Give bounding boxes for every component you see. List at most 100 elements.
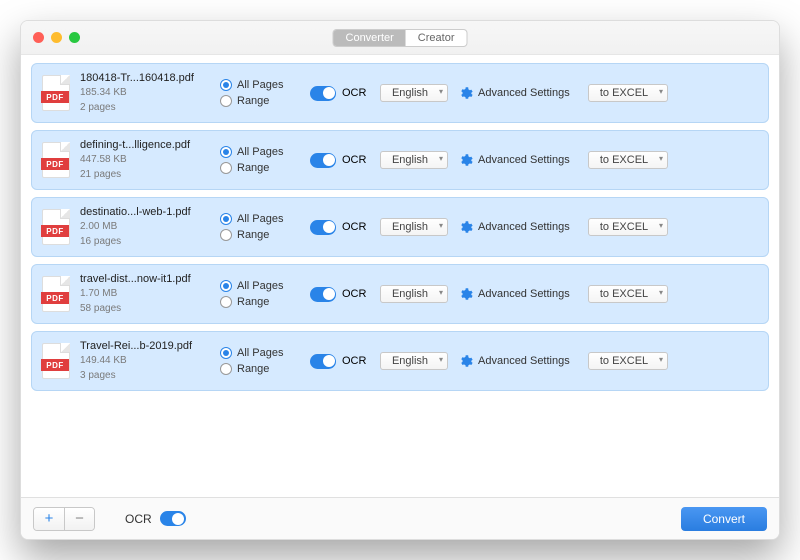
advanced-settings-button[interactable]: Advanced Settings [458, 220, 578, 235]
ocr-toggle[interactable] [310, 153, 336, 168]
titlebar: Converter Creator [21, 21, 779, 55]
radio-range[interactable]: Range [220, 363, 300, 375]
file-row[interactable]: PDFtravel-dist...now-it1.pdf1.70 MB58 pa… [31, 264, 769, 324]
file-list: PDF 180418-Tr...160418.pdf 185.34 KB 2 page… [21, 55, 779, 497]
file-info: Travel-Rei...b-2019.pdf149.44 KB3 pages [80, 340, 210, 382]
ocr-toggle[interactable] [310, 220, 336, 235]
add-remove-group: + − [33, 507, 95, 531]
ocr-switch: OCR [310, 354, 370, 369]
format-select[interactable]: to EXCEL [588, 84, 668, 102]
radio-range[interactable]: Range [220, 162, 300, 174]
radio-icon [220, 363, 232, 375]
ocr-label: OCR [342, 221, 366, 233]
file-size: 447.58 KB [80, 153, 210, 166]
radio-icon [220, 213, 232, 225]
pdf-file-icon: PDF [42, 75, 70, 111]
file-row[interactable]: PDF 180418-Tr...160418.pdf 185.34 KB 2 page… [31, 63, 769, 123]
language-select[interactable]: English [380, 218, 448, 236]
advanced-settings-button[interactable]: Advanced Settings [458, 153, 578, 168]
language-select[interactable]: English [380, 285, 448, 303]
radio-label: Range [237, 229, 269, 241]
ocr-label: OCR [342, 87, 366, 99]
traffic-lights [33, 32, 80, 43]
remove-button[interactable]: − [64, 508, 94, 530]
tab-creator[interactable]: Creator [406, 30, 467, 46]
file-info: 180418-Tr...160418.pdf 185.34 KB 2 pages [80, 72, 210, 114]
radio-all-pages[interactable]: All Pages [220, 213, 300, 225]
radio-all-pages[interactable]: All Pages [220, 146, 300, 158]
gear-icon [458, 153, 473, 168]
advanced-settings-button[interactable]: Advanced Settings [458, 354, 578, 369]
ocr-toggle[interactable] [310, 86, 336, 101]
pdf-file-icon: PDF [42, 343, 70, 379]
add-button[interactable]: + [34, 508, 64, 530]
file-size: 149.44 KB [80, 354, 210, 367]
page-range-group: All Pages Range [220, 146, 300, 174]
file-row[interactable]: PDF destinatio...l-web-1.pdf2.00 MB16 pag… [31, 197, 769, 257]
pdf-badge: PDF [41, 91, 69, 103]
radio-range[interactable]: Range [220, 229, 300, 241]
radio-all-pages[interactable]: All Pages [220, 79, 300, 91]
file-pages: 21 pages [80, 168, 210, 181]
radio-range[interactable]: Range [220, 95, 300, 107]
radio-label: All Pages [237, 79, 283, 91]
format-select[interactable]: to EXCEL [588, 352, 668, 370]
radio-label: All Pages [237, 280, 283, 292]
language-select[interactable]: English [380, 84, 448, 102]
file-row[interactable]: PDF defining-t...lligence.pdf447.58 KB21 … [31, 130, 769, 190]
close-icon[interactable] [33, 32, 44, 43]
radio-all-pages[interactable]: All Pages [220, 347, 300, 359]
advanced-label: Advanced Settings [478, 221, 570, 233]
maximize-icon[interactable] [69, 32, 80, 43]
pdf-badge: PDF [41, 225, 69, 237]
advanced-label: Advanced Settings [478, 87, 570, 99]
advanced-settings-button[interactable]: Advanced Settings [458, 86, 578, 101]
ocr-switch: OCR [310, 153, 370, 168]
minimize-icon[interactable] [51, 32, 62, 43]
radio-icon [220, 79, 232, 91]
ocr-switch: OCR [310, 220, 370, 235]
advanced-settings-button[interactable]: Advanced Settings [458, 287, 578, 302]
ocr-toggle[interactable] [310, 287, 336, 302]
file-size: 185.34 KB [80, 86, 210, 99]
radio-range[interactable]: Range [220, 296, 300, 308]
file-name: 180418-Tr...160418.pdf [80, 72, 210, 84]
ocr-label: OCR [342, 355, 366, 367]
file-info: defining-t...lligence.pdf447.58 KB21 pag… [80, 139, 210, 181]
page-range-group: All Pages Range [220, 213, 300, 241]
format-select[interactable]: to EXCEL [588, 151, 668, 169]
pdf-file-icon: PDF [42, 142, 70, 178]
file-info: travel-dist...now-it1.pdf1.70 MB58 pages [80, 273, 210, 315]
radio-icon [220, 280, 232, 292]
format-select[interactable]: to EXCEL [588, 285, 668, 303]
file-name: travel-dist...now-it1.pdf [80, 273, 210, 285]
format-select[interactable]: to EXCEL [588, 218, 668, 236]
tab-converter[interactable]: Converter [334, 30, 406, 46]
radio-icon [220, 229, 232, 241]
footer-ocr-label: OCR [125, 512, 152, 526]
ocr-toggle[interactable] [310, 354, 336, 369]
radio-label: Range [237, 95, 269, 107]
pdf-badge: PDF [41, 158, 69, 170]
radio-all-pages[interactable]: All Pages [220, 280, 300, 292]
language-select[interactable]: English [380, 151, 448, 169]
ocr-switch: OCR [310, 86, 370, 101]
radio-label: Range [237, 162, 269, 174]
radio-label: All Pages [237, 146, 283, 158]
file-name: Travel-Rei...b-2019.pdf [80, 340, 210, 352]
footer-ocr-toggle[interactable] [160, 511, 186, 526]
advanced-label: Advanced Settings [478, 288, 570, 300]
radio-icon [220, 296, 232, 308]
page-range-group: All Pages Range [220, 347, 300, 375]
gear-icon [458, 354, 473, 369]
file-info: destinatio...l-web-1.pdf2.00 MB16 pages [80, 206, 210, 248]
language-select[interactable]: English [380, 352, 448, 370]
radio-icon [220, 347, 232, 359]
file-pages: 2 pages [80, 101, 210, 114]
convert-button[interactable]: Convert [681, 507, 767, 531]
footer-bar: + − OCR Convert [21, 497, 779, 539]
file-row[interactable]: PDFTravel-Rei...b-2019.pdf149.44 KB3 pag… [31, 331, 769, 391]
mode-tabs: Converter Creator [333, 29, 468, 47]
radio-label: Range [237, 296, 269, 308]
radio-label: All Pages [237, 347, 283, 359]
